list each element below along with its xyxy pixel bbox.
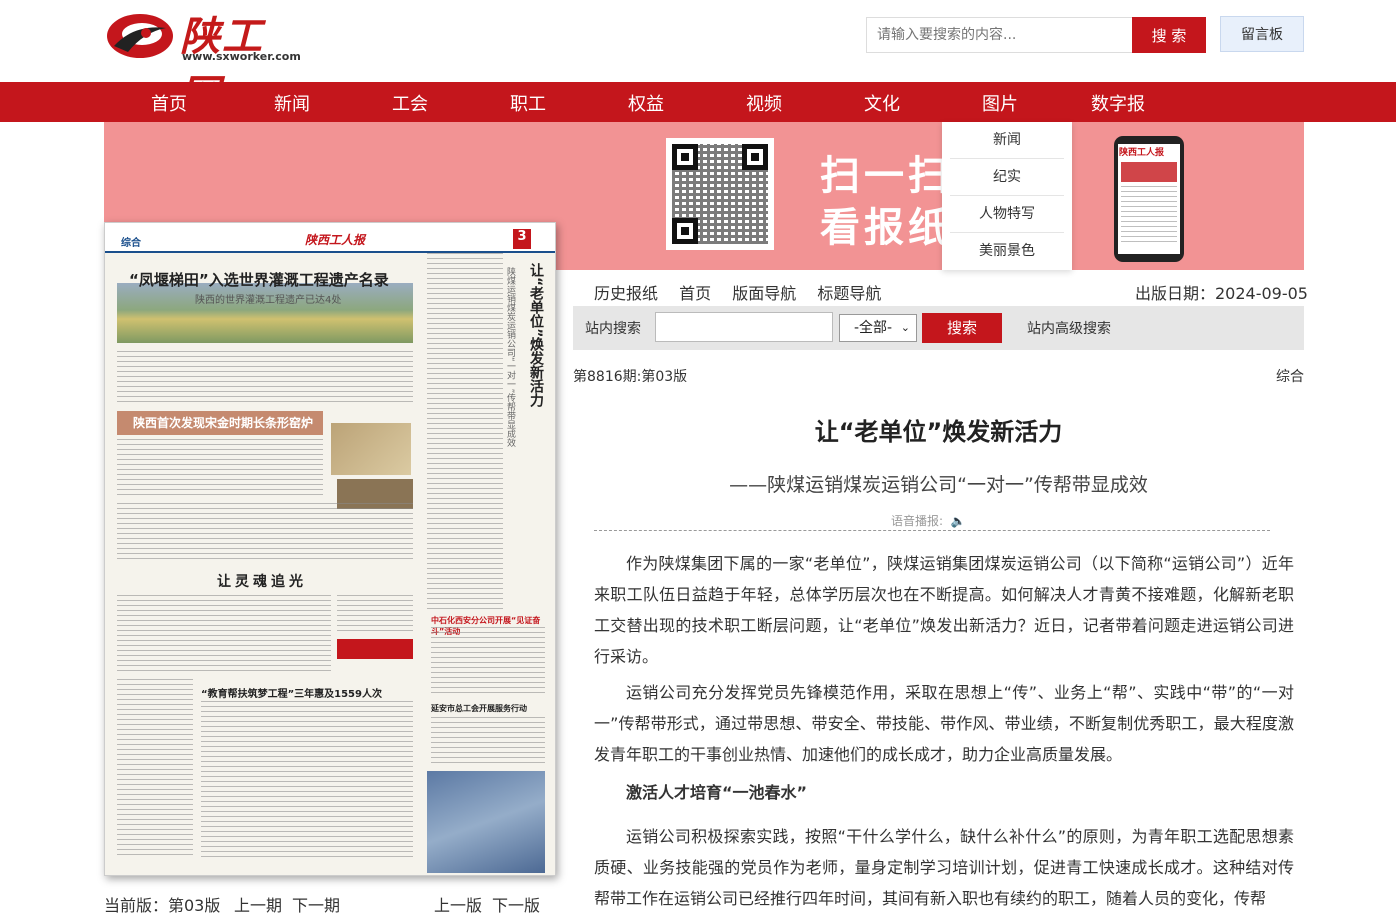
paper-subhead-1: 陕西的世界灌溉工程遗产已达4处 (195, 295, 342, 306)
paper-search-bar: 站内搜索 -全部- ⌄ 搜索 站内高级搜索 (573, 306, 1304, 350)
paper-text-block (117, 595, 331, 675)
paper-text-block (337, 595, 413, 635)
paper-masthead: 陕西工人报 (305, 233, 366, 247)
paper-text-block (117, 351, 413, 405)
article-paragraph: 作为陕煤集团下属的一家“老单位”，陕煤运销集团煤炭运销公司（以下简称“运销公司”… (594, 554, 1294, 666)
current-page-label: 当前版：第03版 (104, 896, 221, 915)
advanced-search-link[interactable]: 站内高级搜索 (1027, 318, 1111, 338)
speech-label: 语音播报: (891, 514, 944, 528)
paper-text-block (117, 679, 193, 859)
nav-item-digital-paper[interactable]: 数字报 (1091, 90, 1145, 116)
nav-item-rights[interactable]: 权益 (628, 90, 664, 116)
nav-item-workers[interactable]: 职工 (510, 90, 546, 116)
phone-mockup: 陕西工人报 (1114, 136, 1184, 262)
newspaper-page-image[interactable]: 综合 陕西工人报 3 “凤堰梯田”入选世界灌溉工程遗产名录 陕西的世界灌溉工程遗… (104, 222, 556, 876)
phone-paper-title: 陕西工人报 (1119, 148, 1165, 158)
paper-vertical-headline[interactable]: 让“老单位”焕发新活力 (521, 263, 545, 407)
site-search-input[interactable] (866, 17, 1133, 53)
site-search-button[interactable]: 搜 索 (1132, 17, 1206, 53)
nav-item-news[interactable]: 新闻 (274, 90, 310, 116)
prev-page-link[interactable]: 上一版 (434, 892, 482, 916)
nav-item-home[interactable]: 首页 (151, 90, 187, 116)
divider (594, 530, 1270, 531)
site-logo[interactable]: 陕工网 www.sxworker.com (104, 6, 304, 118)
paper-page-number: 3 (513, 229, 531, 249)
nav-item-video[interactable]: 视频 (746, 90, 782, 116)
paper-text-block (117, 503, 413, 563)
paper-red-banner (337, 639, 413, 659)
paper-home-link[interactable]: 首页 (679, 284, 711, 303)
kiln-photo (331, 423, 411, 475)
article-subhead: 激活人才培育“一池春水” (626, 783, 808, 802)
paper-headline-1[interactable]: “凤堰梯田”入选世界灌溉工程遗产名录 (129, 269, 389, 290)
paper-search-input[interactable] (655, 312, 833, 342)
publish-date: 出版日期：2024-09-05 (1135, 284, 1308, 303)
paper-text-block (117, 439, 323, 499)
search-scope-value: -全部- (854, 320, 893, 336)
paper-vertical-subhead: 陕煤运销煤炭运销公司“一对一”传帮带显成效 (505, 267, 515, 448)
qr-code (666, 138, 774, 250)
article-body: 作为陕煤集团下属的一家“老单位”，陕煤运销集团煤炭运销公司（以下简称“运销公司”… (594, 548, 1294, 919)
paper-text-block (431, 627, 545, 697)
paper-section-label: 综合 (121, 238, 141, 249)
paper-text-block (201, 701, 413, 861)
search-scope-select[interactable]: -全部- ⌄ (839, 314, 917, 342)
dropdown-item-profiles[interactable]: 人物特写 (950, 196, 1064, 233)
paper-nav: 历史报纸 首页 版面导航 标题导航 (594, 280, 897, 304)
next-page-link[interactable]: 下一版 (492, 892, 540, 916)
nav-item-union[interactable]: 工会 (392, 90, 428, 116)
banner-line-2: 看报纸 (820, 205, 952, 251)
title-nav-link[interactable]: 标题导航 (817, 284, 881, 303)
paper-headline-3[interactable]: 让灵魂追光 (217, 571, 307, 591)
speaker-icon[interactable]: 🔈 (951, 514, 966, 528)
dropdown-item-news[interactable]: 新闻 (950, 122, 1064, 159)
paper-headline-2[interactable]: 陕西首次发现宋金时期长条形窑炉 (117, 411, 323, 435)
article-paragraph: 运销公司充分发挥党员先锋模范作用，采取在思想上“传”、业务上“帮”、实践中“带”… (594, 683, 1294, 764)
article-title: 让“老单位”焕发新活力 (814, 418, 1063, 446)
paper-search-button[interactable]: 搜索 (922, 313, 1002, 343)
prev-issue-link[interactable]: 上一期 (234, 892, 282, 916)
message-board-button[interactable]: 留言板 (1220, 16, 1304, 52)
paper-search-label: 站内搜索 (585, 321, 641, 337)
workers-photo (427, 771, 545, 873)
article-subtitle: ——陕煤运销煤炭运销公司“一对一”传帮带显成效 (729, 474, 1148, 496)
paper-page-header: 综合 陕西工人报 3 (105, 223, 555, 253)
dropdown-item-documentary[interactable]: 纪实 (950, 159, 1064, 196)
chevron-down-icon: ⌄ (900, 321, 910, 334)
paper-headline-4[interactable]: “教育帮扶筑梦工程”三年惠及1559人次 (201, 685, 382, 700)
section-name: 综合 (1276, 369, 1304, 385)
nav-item-pictures[interactable]: 图片 (982, 90, 1018, 116)
logo-emblem-icon (107, 14, 173, 58)
article-paragraph: 运销公司积极探索实践，按照“干什么学什么，缺什么补什么”的原则，为青年职工选配思… (594, 827, 1294, 908)
logo-url: www.sxworker.com (182, 50, 301, 63)
paper-headline-6[interactable]: 延安市总工会开展服务行动 (431, 703, 527, 714)
banner-slogan: 扫一扫 看报纸 (820, 150, 952, 254)
page-nav-link[interactable]: 版面导航 (732, 284, 796, 303)
paper-text-block (431, 717, 545, 767)
next-issue-link[interactable]: 下一期 (292, 892, 340, 916)
history-papers-link[interactable]: 历史报纸 (594, 284, 658, 303)
main-nav: 首页 新闻 工会 职工 权益 视频 文化 图片 数字报 (0, 82, 1396, 122)
nav-item-culture[interactable]: 文化 (864, 90, 900, 116)
paper-text-block (427, 253, 503, 609)
speech-broadcast[interactable]: 语音播报: 🔈 (891, 512, 966, 529)
site-header: 陕工网 www.sxworker.com 搜 索 留言板 (0, 0, 1396, 118)
dropdown-item-scenery[interactable]: 美丽景色 (950, 233, 1064, 270)
issue-number: 第8816期:第03版 (573, 369, 688, 385)
pictures-dropdown-menu: 新闻 纪实 人物特写 美丽景色 (942, 122, 1072, 270)
banner-line-1: 扫一扫 (820, 153, 952, 199)
